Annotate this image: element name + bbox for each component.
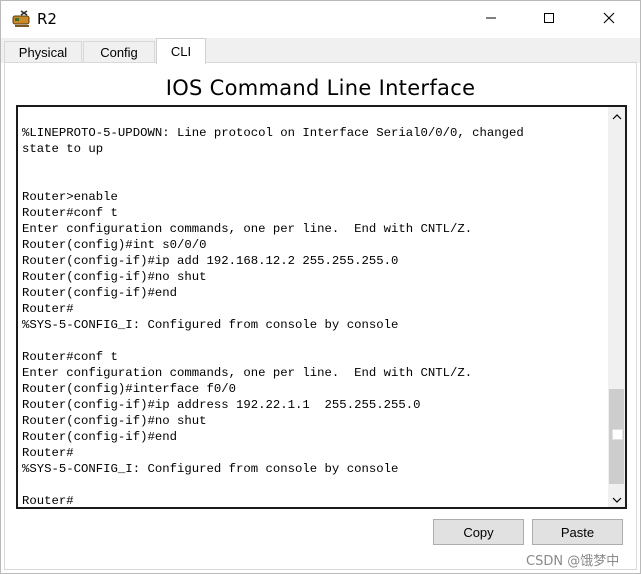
cli-window: R2 Physical Config CLI IOS Command Line …	[0, 0, 641, 574]
tab-physical[interactable]: Physical	[4, 41, 82, 63]
terminal-line: %SYS-5-CONFIG_I: Configured from console…	[22, 462, 399, 476]
copy-button[interactable]: Copy	[433, 519, 524, 545]
window-title: R2	[37, 10, 57, 28]
tab-bar: Physical Config CLI	[1, 38, 640, 64]
page-title: IOS Command Line Interface	[165, 76, 476, 100]
router-device-icon	[11, 9, 33, 29]
terminal-line: Router#conf t	[22, 350, 118, 364]
terminal-line: Router(config-if)#ip address 192.22.1.1 …	[22, 398, 421, 412]
scroll-thumb[interactable]	[609, 389, 624, 484]
terminal-line: Router(config-if)#no shut	[22, 270, 207, 284]
tab-cli[interactable]: CLI	[156, 38, 206, 64]
scroll-down-button[interactable]	[608, 490, 625, 507]
terminal-line: Router#	[22, 494, 74, 508]
paste-button[interactable]: Paste	[532, 519, 623, 545]
title-bar[interactable]: R2	[1, 1, 640, 38]
terminal-line: %LINEPROTO-5-UPDOWN: Line protocol on In…	[22, 126, 524, 140]
terminal-line: Router#	[22, 446, 74, 460]
chevron-down-icon	[612, 490, 622, 508]
maximize-button[interactable]	[526, 1, 572, 38]
terminal-scrollbar[interactable]	[608, 107, 625, 507]
terminal-line: state to up	[22, 142, 104, 156]
scroll-thumb-grip	[612, 429, 623, 440]
terminal-output[interactable]: %LINEPROTO-5-UPDOWN: Line protocol on In…	[22, 125, 602, 509]
terminal-line: Router(config)#int s0/0/0	[22, 238, 207, 252]
scroll-up-button[interactable]	[608, 107, 625, 124]
tab-physical-label: Physical	[18, 45, 68, 60]
terminal-line: Router(config-if)#ip add 192.168.12.2 25…	[22, 254, 399, 268]
terminal-line: Router(config-if)#end	[22, 286, 177, 300]
minimize-button[interactable]	[468, 1, 514, 38]
cli-panel: IOS Command Line Interface %LINEPROTO-5-…	[4, 62, 637, 570]
terminal-line: Enter configuration commands, one per li…	[22, 222, 473, 236]
tab-config-label: Config	[100, 45, 138, 60]
maximize-icon	[543, 11, 555, 29]
close-icon	[603, 11, 615, 29]
terminal-line: Enter configuration commands, one per li…	[22, 366, 473, 380]
tab-config[interactable]: Config	[83, 41, 155, 63]
terminal-console[interactable]: %LINEPROTO-5-UPDOWN: Line protocol on In…	[16, 105, 627, 509]
terminal-line: %SYS-5-CONFIG_I: Configured from console…	[22, 318, 399, 332]
watermark: CSDN @饿梦中	[526, 554, 620, 569]
tab-cli-label: CLI	[170, 44, 192, 59]
minimize-icon	[485, 11, 497, 29]
terminal-line: Router(config-if)#end	[22, 430, 177, 444]
chevron-up-icon	[612, 107, 622, 125]
close-button[interactable]	[586, 1, 632, 38]
terminal-line: Router(config)#interface f0/0	[22, 382, 237, 396]
terminal-line: Router#	[22, 302, 74, 316]
terminal-line: Router(config-if)#no shut	[22, 414, 207, 428]
terminal-line: Router#conf t	[22, 206, 118, 220]
terminal-line: Router>enable	[22, 190, 118, 204]
